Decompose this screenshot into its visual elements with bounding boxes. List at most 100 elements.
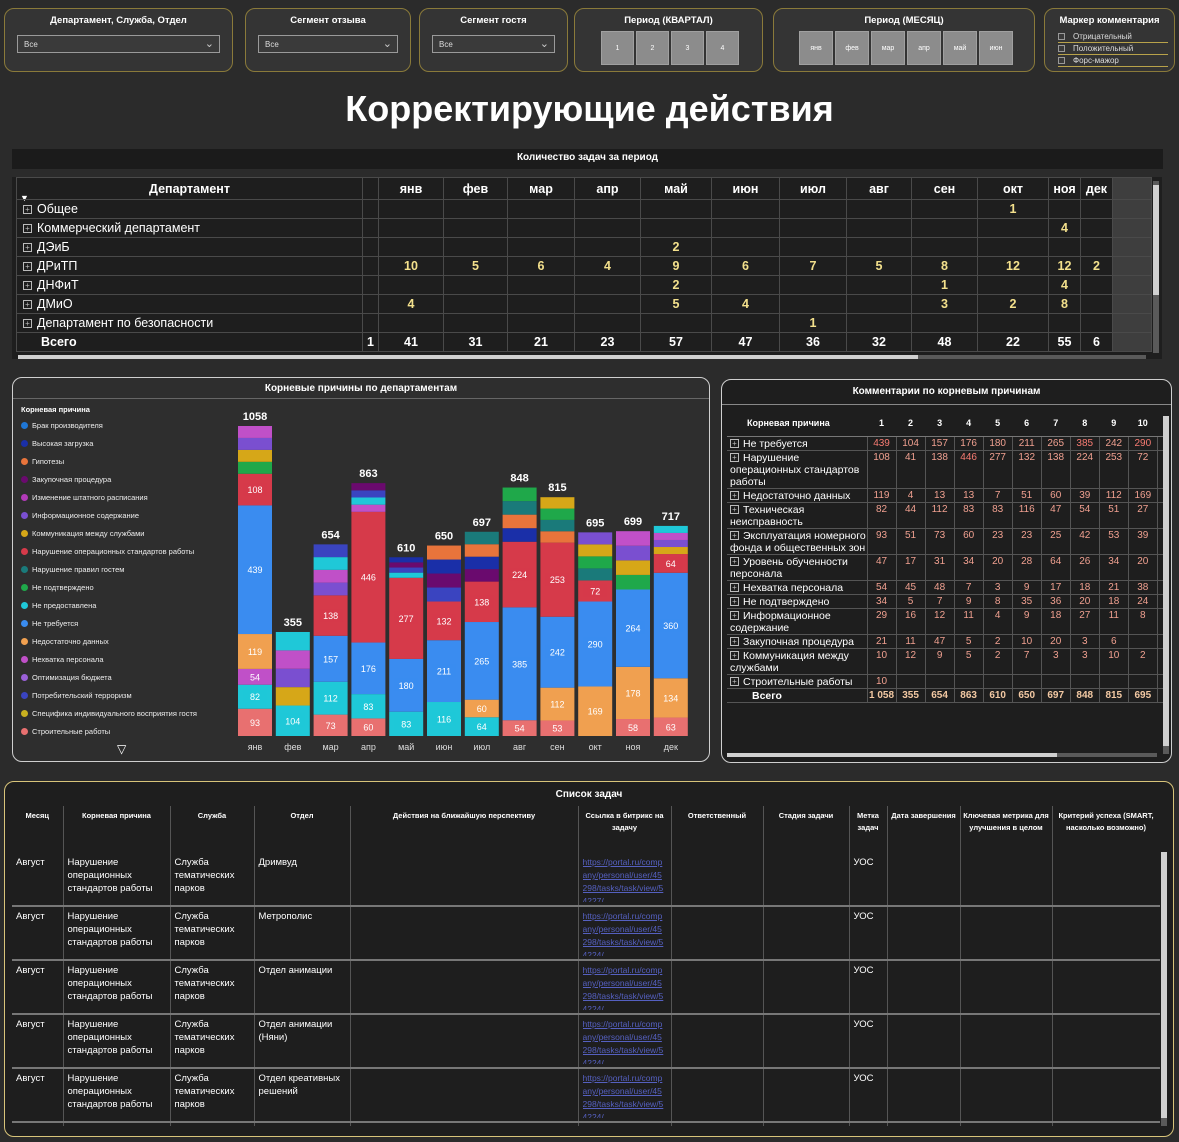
month-header-2[interactable]: мар: [507, 177, 575, 200]
bar-segment[interactable]: [653, 547, 688, 555]
task-column-header[interactable]: Служба: [170, 806, 255, 853]
bar-segment[interactable]: [578, 568, 613, 581]
expand-plus-icon[interactable]: +: [730, 583, 739, 593]
matrix-row[interactable]: + ДРиТП 10 5 6 4 9 6 7 5 8 12 12 2: [16, 256, 1152, 276]
month-header-3[interactable]: апр: [574, 177, 641, 200]
task-column-header[interactable]: Действия на ближайшую перспективу: [350, 806, 579, 853]
bar-segment[interactable]: [464, 569, 499, 582]
quarter-btn-2[interactable]: 2: [636, 31, 669, 65]
bar-segment[interactable]: [464, 556, 499, 570]
legend-item[interactable]: Нарушение правил гостем: [21, 560, 236, 578]
bar-segment[interactable]: [540, 497, 575, 509]
expand-plus-icon[interactable]: +: [23, 205, 32, 215]
expand-plus-icon[interactable]: +: [23, 300, 32, 310]
period-column-header[interactable]: 4: [954, 410, 984, 437]
cause-row[interactable]: + Недостаточно данных 119 4 13 13 7 51 60 39 112 16…: [727, 488, 1164, 503]
bitrix-link-text[interactable]: https://portal.ru/company/personal/user/…: [583, 910, 667, 956]
cause-cell[interactable]: + Нарушение операционных стандартов работ…: [727, 450, 868, 489]
cause-cell[interactable]: + Уровень обученности персонала: [727, 554, 868, 581]
bar-segment[interactable]: [427, 573, 461, 588]
month-header-6[interactable]: июл: [779, 177, 847, 200]
expand-plus-icon[interactable]: +: [730, 651, 739, 661]
bar-segment[interactable]: [502, 528, 537, 542]
bar-segment[interactable]: [238, 449, 272, 462]
bar-segment[interactable]: [616, 545, 650, 561]
bar-segment[interactable]: [502, 501, 537, 515]
task-column-header[interactable]: Ответственный: [671, 806, 764, 853]
cause-row[interactable]: + Информационное содержание 29 16 12 11 4 9 18 27…: [727, 608, 1164, 635]
marker-positive-checkbox[interactable]: Положительный: [1058, 43, 1168, 55]
bitrix-link[interactable]: https://portal.ru/company/personal/user/…: [578, 853, 672, 907]
bar-segment[interactable]: [427, 587, 461, 602]
bar-segment[interactable]: [616, 560, 650, 575]
bitrix-link[interactable]: https://portal.ru/company/personal/user/…: [578, 1068, 672, 1123]
matrix-h-scrollbar[interactable]: [18, 355, 1146, 359]
expand-plus-icon[interactable]: +: [730, 531, 739, 541]
month-btn-jun[interactable]: июн: [979, 31, 1013, 65]
bar-segment[interactable]: [578, 532, 613, 545]
matrix-scrollbar[interactable]: [1153, 181, 1159, 353]
cause-row[interactable]: +Нехватка персонала544548739171821384: [727, 580, 1164, 595]
legend-item[interactable]: Высокая загрузка: [21, 434, 236, 452]
cause-row[interactable]: + Коммуникация между службами 10 12 9 5 2 7 3 3 10…: [727, 648, 1164, 675]
bar-segment[interactable]: [275, 631, 310, 651]
dept-cell[interactable]: + ДРиТП: [16, 256, 363, 276]
bar-segment[interactable]: [389, 572, 424, 578]
month-header-1[interactable]: фев: [443, 177, 508, 200]
bar-segment[interactable]: [275, 668, 310, 688]
matrix-row[interactable]: + Общее 1: [16, 199, 1152, 219]
bar-segment[interactable]: [653, 525, 688, 533]
legend-item[interactable]: Брак производителя: [21, 416, 236, 434]
bar-segment[interactable]: [540, 519, 575, 532]
bar-segment[interactable]: [351, 497, 386, 505]
month-btn-jan[interactable]: янв: [799, 31, 833, 65]
quarter-btn-4[interactable]: 4: [706, 31, 739, 65]
cause-cell[interactable]: + Закупочная процедура: [727, 634, 868, 649]
cause-cell[interactable]: + Информационное содержание: [727, 608, 868, 635]
month-btn-apr[interactable]: апр: [907, 31, 941, 65]
expand-plus-icon[interactable]: +: [730, 677, 739, 687]
task-row[interactable]: Август Нарушение операционных стандартов …: [12, 960, 1160, 1015]
period-column-header[interactable]: 8: [1070, 410, 1100, 437]
task-list-scrollbar[interactable]: [1161, 852, 1167, 1126]
expand-plus-icon[interactable]: +: [730, 597, 739, 607]
task-column-header[interactable]: Критерий успеха (SMART, насколько возмож…: [1052, 806, 1160, 853]
expand-plus-icon[interactable]: +: [730, 439, 739, 449]
dept-cell[interactable]: + ДНФиТ: [16, 275, 363, 295]
expand-plus-icon[interactable]: +: [730, 637, 739, 647]
bar-segment[interactable]: [275, 650, 310, 669]
bar-segment[interactable]: [578, 544, 613, 557]
bar-segment[interactable]: [238, 426, 272, 438]
task-column-header[interactable]: Ссылка в битрикс на задачу: [578, 806, 672, 853]
cause-row[interactable]: + Техническая неисправность 82 44 112 83 83 116…: [727, 502, 1164, 529]
dept-cell[interactable]: + ДЭиБ: [16, 237, 363, 257]
bitrix-link-text[interactable]: https://portal.ru/company/personal/user/…: [583, 856, 667, 902]
bitrix-link[interactable]: https://portal.ru/: [578, 1122, 672, 1126]
bar-segment[interactable]: [389, 557, 424, 563]
month-btn-may[interactable]: май: [943, 31, 977, 65]
month-header-9[interactable]: окт: [977, 177, 1049, 200]
legend-item[interactable]: Строительные работы: [21, 722, 236, 740]
segment-guest-dropdown[interactable]: Все ⌄: [432, 35, 555, 53]
task-column-header[interactable]: Месяц: [12, 806, 64, 853]
month-btn-mar[interactable]: мар: [871, 31, 905, 65]
legend-item[interactable]: Недостаточно данных: [21, 632, 236, 650]
bar-segment[interactable]: [351, 490, 386, 498]
task-column-header[interactable]: Отдел: [254, 806, 351, 853]
bar-segment[interactable]: [313, 582, 348, 596]
expand-plus-icon[interactable]: +: [730, 611, 739, 621]
bar-segment[interactable]: [578, 556, 613, 569]
bar-segment[interactable]: [540, 531, 575, 543]
expand-plus-icon[interactable]: +: [730, 491, 739, 501]
period-column-header[interactable]: 10: [1128, 410, 1158, 437]
comments-h-scrollbar[interactable]: [727, 753, 1157, 757]
cause-row[interactable]: + Строительные работы 10: [727, 674, 1164, 689]
month-header-0[interactable]: янв: [378, 177, 444, 200]
bar-segment[interactable]: [313, 569, 348, 583]
dept-column-header[interactable]: Департамент: [16, 177, 363, 200]
legend-item[interactable]: Не требуется: [21, 614, 236, 632]
legend-item[interactable]: Не предоставлена: [21, 596, 236, 614]
marker-forcemajeure-checkbox[interactable]: Форс-мажор: [1058, 55, 1168, 67]
legend-item[interactable]: Специфика индивидуального восприятия гос…: [21, 704, 236, 722]
month-header-10[interactable]: ноя: [1048, 177, 1081, 200]
